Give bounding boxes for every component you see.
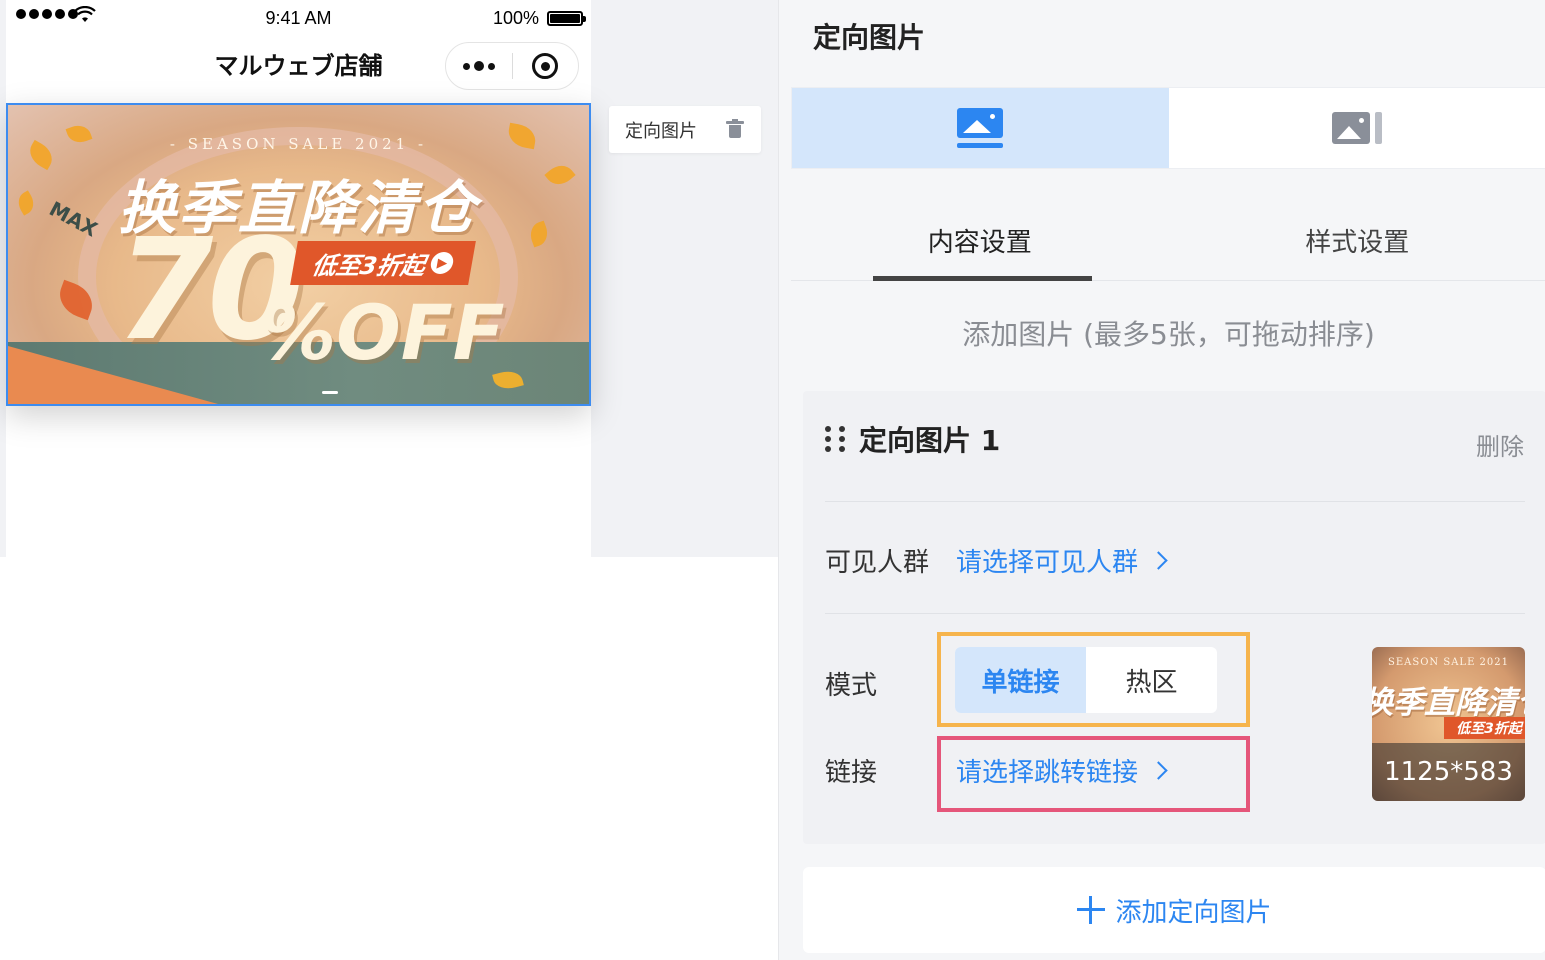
selected-banner-component[interactable]: - SEASON SALE 2021 - MAX 换季直降清仓 70 %OFF … xyxy=(6,103,591,406)
banner-promo-pill: 低至3折起 ▶ xyxy=(290,241,476,285)
divider xyxy=(825,613,1525,614)
chevron-right-icon xyxy=(1149,761,1168,780)
tab-style-settings[interactable]: 样式设置 xyxy=(1169,200,1545,280)
tab-content-settings[interactable]: 内容设置 xyxy=(791,200,1169,281)
thumbnail-size-label: 1125*583 xyxy=(1372,743,1525,801)
battery-icon xyxy=(547,11,586,26)
image-single-icon xyxy=(957,108,1004,148)
card-header: 定向图片 1 xyxy=(825,419,1000,459)
image-carousel-icon xyxy=(1331,112,1382,144)
banner-off: %OFF xyxy=(260,288,505,377)
audience-selector[interactable]: 请选择可见人群 xyxy=(956,542,1168,579)
leaf-decoration xyxy=(544,159,576,191)
image-card: 定向图片 1 删除 可见人群 请选择可见人群 模式 单链接 热区 链接 请选择跳… xyxy=(803,391,1545,844)
component-tag[interactable]: 定向图片 xyxy=(609,106,761,153)
link-label: 链接 xyxy=(825,758,878,788)
add-image-button-label: 添加定向图片 xyxy=(1115,897,1272,928)
more-icon[interactable] xyxy=(446,42,512,90)
link-selector-text: 请选择跳转链接 xyxy=(956,758,1139,788)
thumbnail-headline: 换季直降清仓 xyxy=(1372,685,1525,721)
status-bar: 9:41 AM 100% xyxy=(6,0,591,38)
image-thumbnail[interactable]: SEASON SALE 2021 换季直降清仓 低至3折起 1125*583 xyxy=(1372,647,1525,801)
mode-label: 模式 xyxy=(825,671,878,701)
component-tag-label: 定向图片 xyxy=(625,120,697,142)
layout-switch xyxy=(791,87,1545,169)
banner-image: - SEASON SALE 2021 - MAX 换季直降清仓 70 %OFF … xyxy=(8,105,589,404)
banner-promo-text: 低至3折起 xyxy=(309,251,428,280)
battery-percent: 100% xyxy=(492,8,539,28)
settings-panel: 定向图片 内容设置 样式设置 添加图片 (最多5张，可拖动排序) 定向图片 1 … xyxy=(778,0,1545,960)
layout-single-image[interactable] xyxy=(792,88,1169,168)
card-title: 定向图片 1 xyxy=(859,424,1001,457)
leaf-decoration xyxy=(14,190,38,216)
banner-max-label: MAX xyxy=(45,196,102,242)
divider xyxy=(825,501,1525,502)
banner-season-text: - SEASON SALE 2021 - xyxy=(169,135,428,153)
audience-label: 可见人群 xyxy=(825,548,930,578)
mini-app-capsule xyxy=(445,42,579,90)
leaf-decoration xyxy=(526,220,552,248)
mode-segmented-control: 单链接 热区 xyxy=(955,647,1217,713)
chevron-right-icon xyxy=(1149,551,1168,570)
play-icon: ▶ xyxy=(429,252,456,274)
thumbnail-promo: 低至3折起 xyxy=(1444,717,1525,739)
audience-selector-text: 请选择可见人群 xyxy=(956,548,1139,578)
mode-option-hotspot[interactable]: 热区 xyxy=(1086,647,1217,713)
add-image-hint: 添加图片 (最多5张，可拖动排序) xyxy=(962,318,1375,351)
layout-carousel[interactable] xyxy=(1169,88,1545,168)
carousel-indicator xyxy=(322,391,338,394)
thumbnail-season-text: SEASON SALE 2021 xyxy=(1388,657,1509,668)
delete-button[interactable]: 删除 xyxy=(1476,427,1524,462)
mode-option-single-link[interactable]: 单链接 xyxy=(955,647,1086,713)
trash-icon[interactable] xyxy=(726,119,744,139)
link-selector[interactable]: 请选择跳转链接 xyxy=(956,752,1168,789)
drag-handle-icon[interactable] xyxy=(825,426,847,452)
phone-preview: 9:41 AM 100% マルウェブ店舗 - SEASON SALE 2021 … xyxy=(6,0,591,557)
panel-title: 定向图片 xyxy=(813,21,926,54)
mode-highlight-box: 单链接 热区 xyxy=(937,632,1250,727)
add-image-button[interactable]: 添加定向图片 xyxy=(803,867,1545,953)
settings-tabs: 内容设置 样式设置 xyxy=(791,200,1545,281)
plus-icon xyxy=(1077,896,1106,924)
close-circle-icon[interactable] xyxy=(513,42,578,90)
